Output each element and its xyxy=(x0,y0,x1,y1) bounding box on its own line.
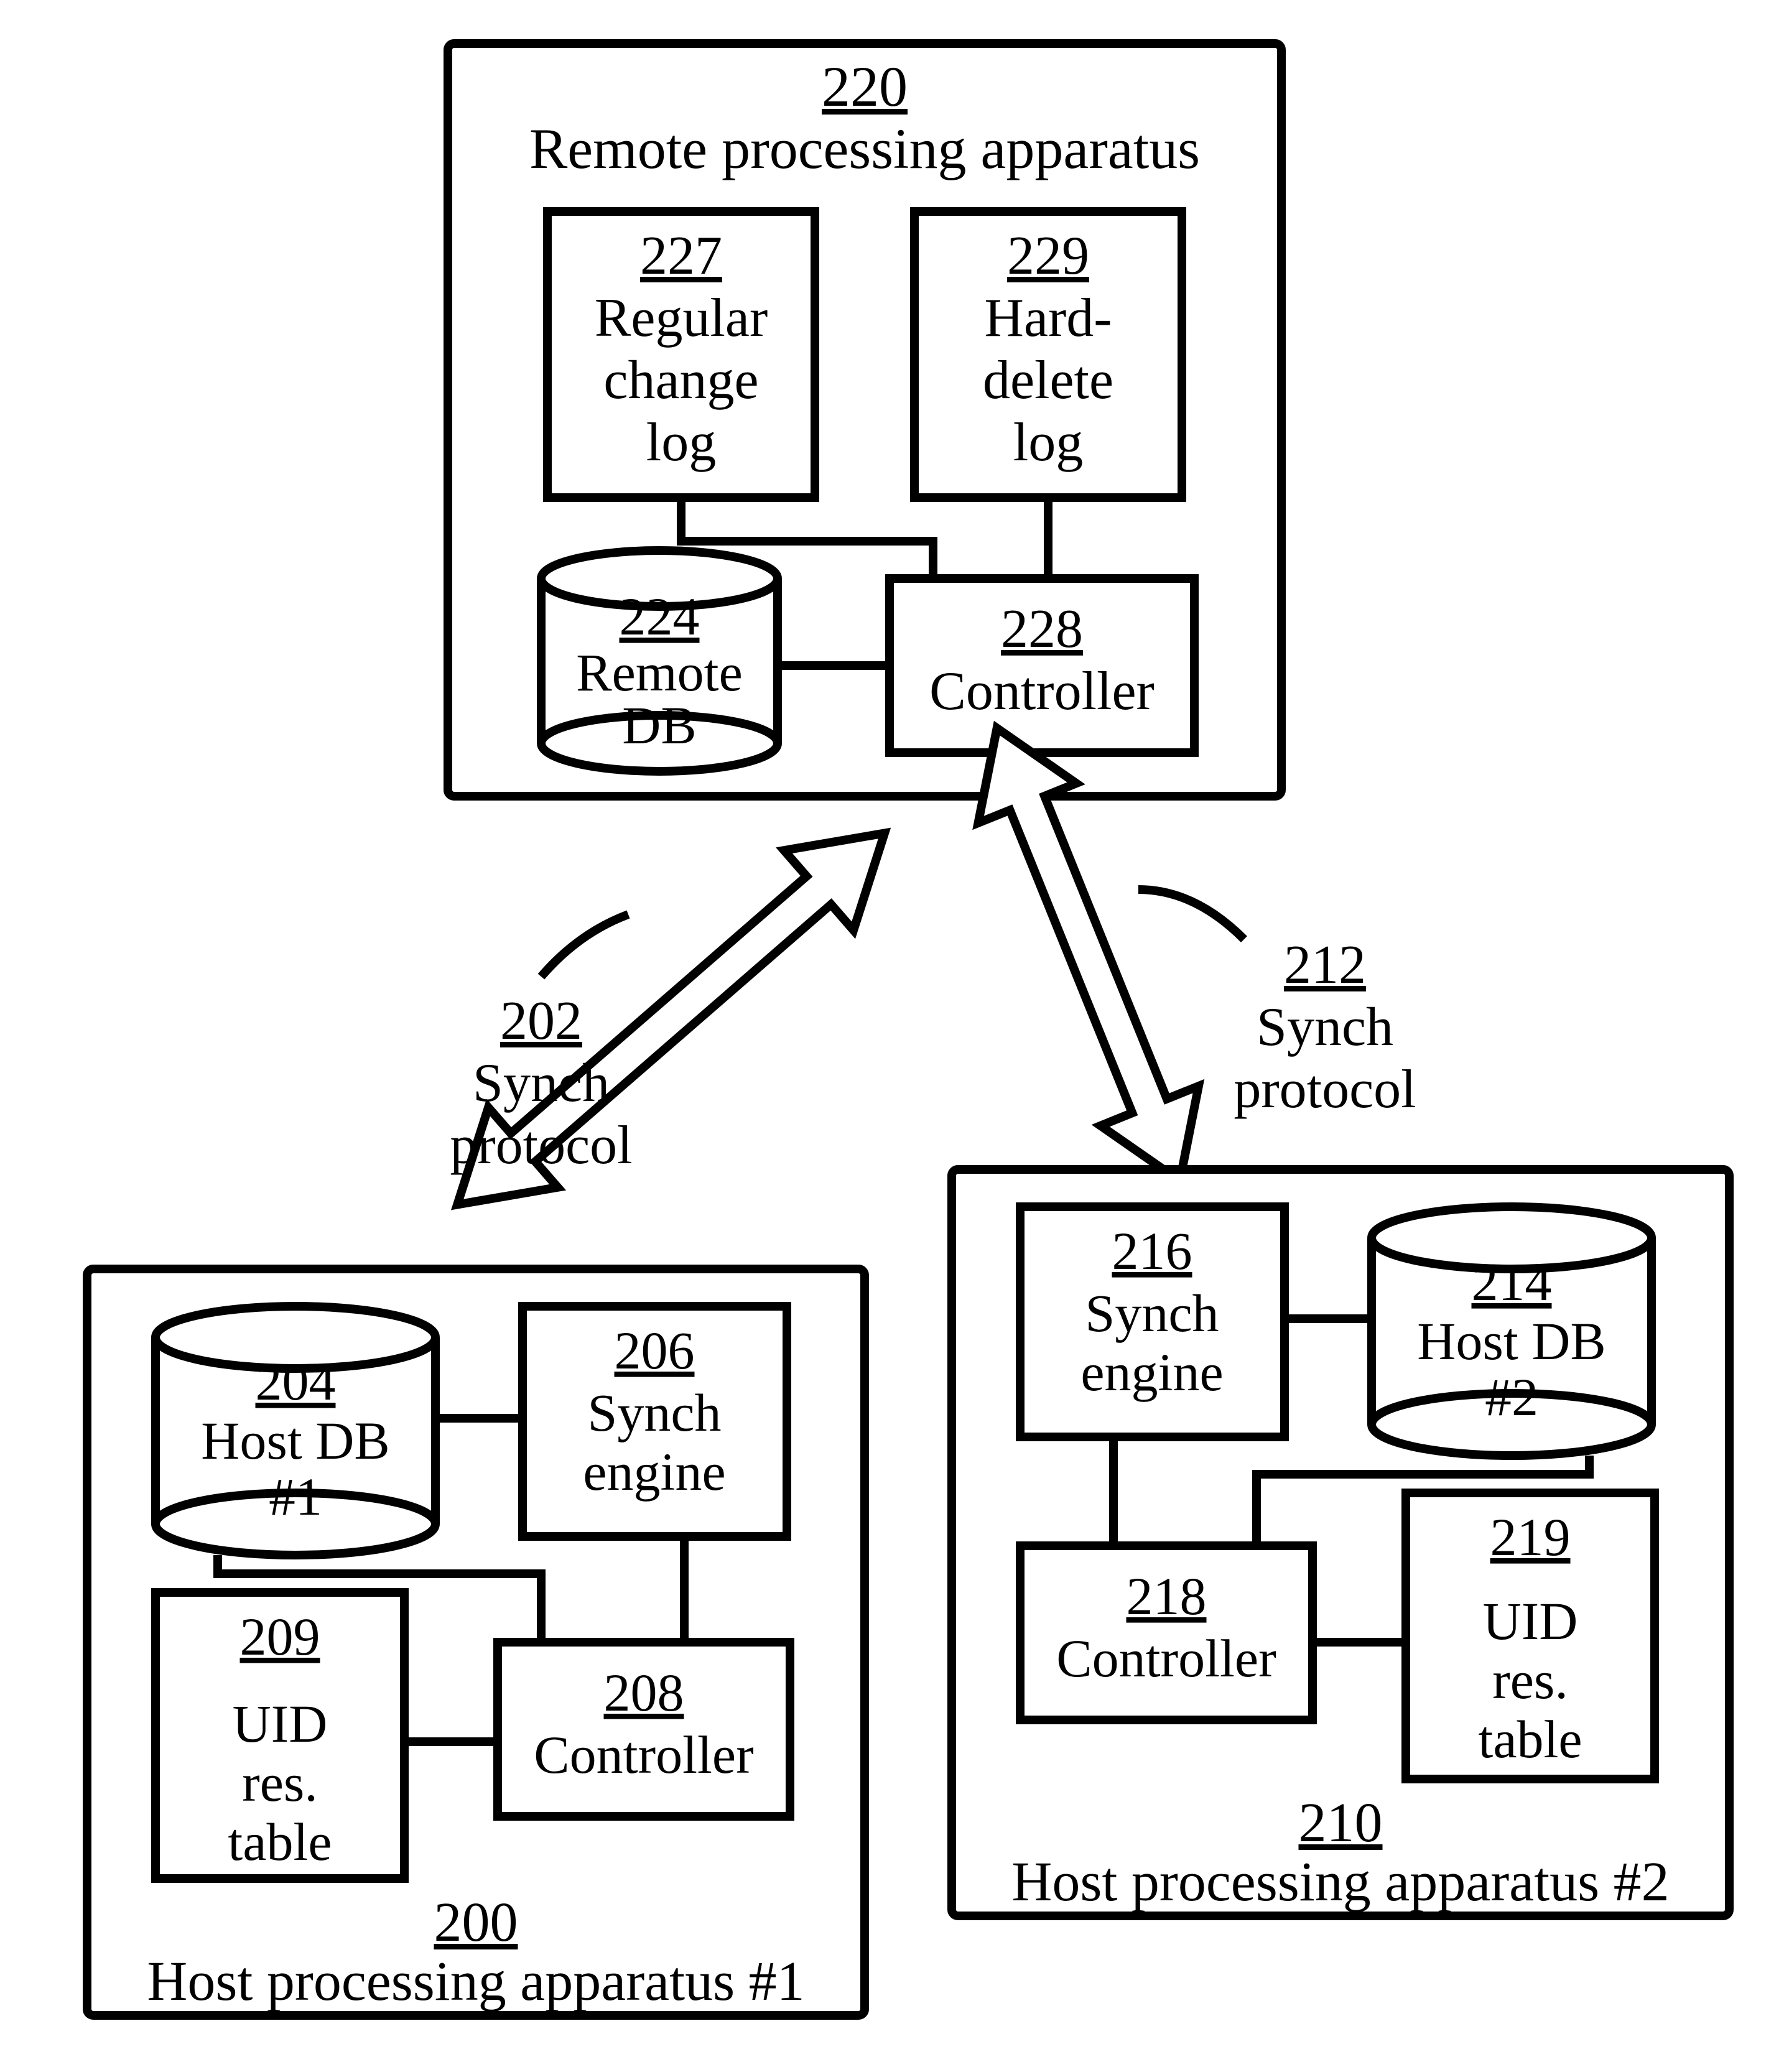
arrow-right-ref: 212 xyxy=(1284,935,1366,995)
host1-sync-l1: Synch xyxy=(588,1383,722,1443)
arrow-left-l1: Synch xyxy=(473,1053,610,1113)
host2-uid-ref: 219 xyxy=(1490,1507,1571,1567)
host1-sync-ref: 206 xyxy=(615,1321,695,1380)
host1-sync-l2: engine xyxy=(583,1442,725,1502)
hard-delete-log-ref: 229 xyxy=(1007,226,1089,286)
arrow-right-leader xyxy=(1138,890,1244,939)
regular-change-log-l1: Regular xyxy=(595,288,768,348)
arrow-right-l1: Synch xyxy=(1257,997,1393,1057)
host2-ctrl-l1: Controller xyxy=(1056,1628,1276,1688)
host2-db-l1: Host DB xyxy=(1417,1311,1605,1371)
host1-db-l2: #1 xyxy=(269,1467,322,1526)
synch-arrow-left: 202 Synch protocol xyxy=(422,793,919,1244)
host1-uid-l1: UID xyxy=(233,1694,328,1754)
host2-sync-ref: 216 xyxy=(1112,1221,1192,1281)
arrow-left-ref: 202 xyxy=(500,991,582,1051)
regular-change-log-l2: change xyxy=(603,350,758,411)
host2-sync-l1: Synch xyxy=(1085,1283,1219,1343)
hard-delete-log-l3: log xyxy=(1013,412,1083,473)
host2-uid-l3: table xyxy=(1478,1709,1582,1769)
arrow-left-l2: protocol xyxy=(450,1115,632,1176)
host1-uid-l2: res. xyxy=(242,1753,318,1813)
hard-delete-log-l2: delete xyxy=(983,350,1113,411)
host2-group: 216 Synch engine 214 Host DB #2 218 Cont… xyxy=(952,1169,1729,1916)
remote-db-l1: Remote xyxy=(576,643,743,702)
host1-group: 204 Host DB #1 206 Synch engine 209 UID … xyxy=(87,1269,865,2015)
host1-uid-l3: table xyxy=(228,1812,332,1872)
host2-title: Host processing apparatus #2 xyxy=(1011,1851,1669,1913)
remote-apparatus-title: Remote processing apparatus xyxy=(529,117,1200,180)
regular-change-log-ref: 227 xyxy=(640,226,722,286)
hard-delete-log-l1: Hard- xyxy=(984,288,1112,348)
host1-ref: 200 xyxy=(434,1892,518,1953)
arrow-left-leader xyxy=(541,914,628,977)
remote-controller-l1: Controller xyxy=(929,661,1155,722)
regular-change-log-l3: log xyxy=(646,412,716,473)
host2-ctrl-ref: 218 xyxy=(1127,1566,1207,1626)
host2-db-ref: 214 xyxy=(1472,1252,1552,1312)
remote-db-ref: 224 xyxy=(620,587,700,646)
host1-db-ref: 204 xyxy=(256,1352,336,1411)
remote-apparatus-group: 220 Remote processing apparatus 227 Regu… xyxy=(448,44,1281,796)
host2-sync-l2: engine xyxy=(1080,1342,1223,1402)
host2-uid-l1: UID xyxy=(1483,1591,1578,1651)
host2-db-l2: #2 xyxy=(1485,1367,1538,1427)
remote-db-l2: DB xyxy=(622,695,696,755)
host2-ref: 210 xyxy=(1299,1792,1383,1854)
host1-ctrl-ref: 208 xyxy=(604,1663,684,1722)
arrow-right-l2: protocol xyxy=(1234,1059,1416,1120)
host1-title: Host processing apparatus #1 xyxy=(147,1951,804,2012)
remote-controller-ref: 228 xyxy=(1001,599,1083,659)
host2-uid-l2: res. xyxy=(1492,1650,1568,1710)
host1-uid-ref: 209 xyxy=(240,1607,320,1666)
host1-db-l1: Host DB xyxy=(201,1411,389,1470)
host1-ctrl-l1: Controller xyxy=(534,1725,754,1785)
remote-apparatus-ref: 220 xyxy=(822,55,908,118)
